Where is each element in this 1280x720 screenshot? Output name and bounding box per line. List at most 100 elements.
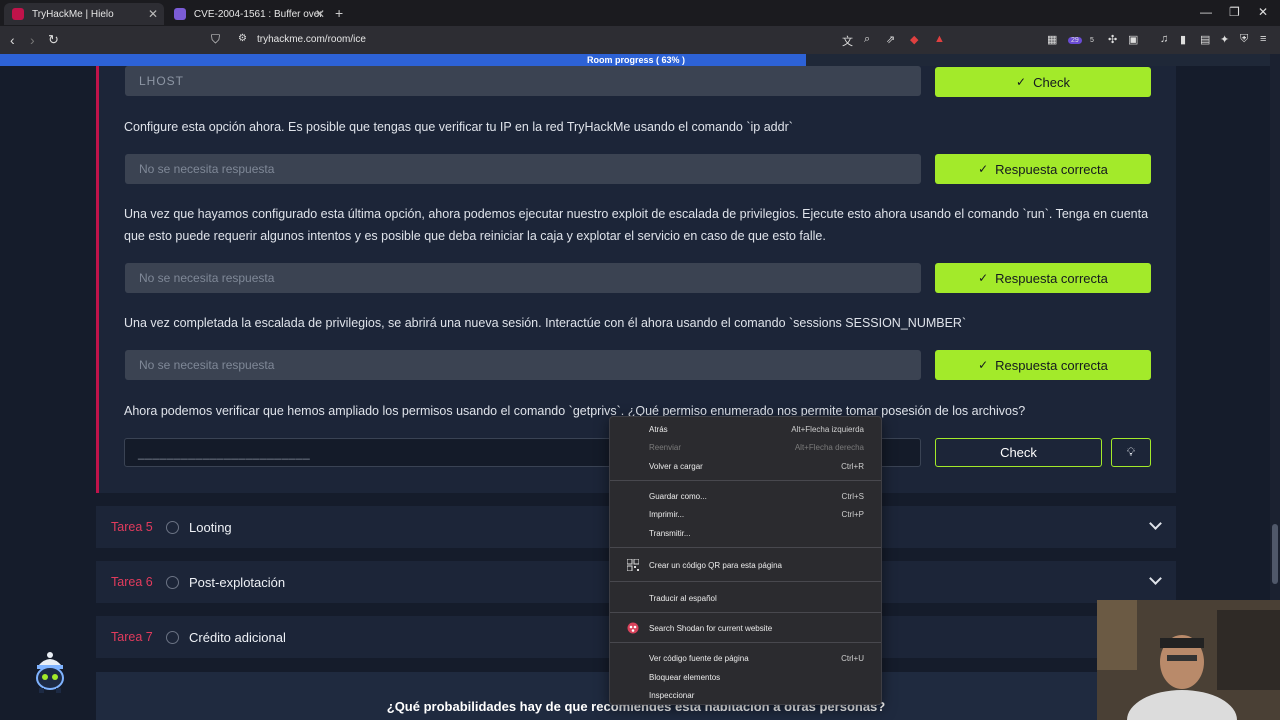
answer-field[interactable]: No se necesita respuesta — [125, 350, 921, 380]
menu-label: Volver a cargar — [649, 461, 703, 471]
hint-button[interactable]: 💡︎ — [1111, 438, 1151, 467]
task-title: Crédito adicional — [189, 629, 286, 645]
menu-shortcut: Ctrl+S — [841, 491, 864, 501]
check-label: Check — [1033, 74, 1070, 90]
tab-tryhackme[interactable]: TryHackMe | Hielo ✕ — [4, 3, 164, 25]
rewards-icon[interactable]: ▲ — [934, 33, 945, 45]
correct-answer-button[interactable]: ✓ Respuesta correcta — [935, 350, 1151, 380]
menu-shortcut: Ctrl+P — [841, 509, 864, 519]
tryhackme-mascot-icon[interactable] — [30, 650, 70, 694]
answer-field[interactable]: No se necesita respuesta — [125, 154, 921, 184]
site-info-icon[interactable]: ⚙ — [238, 33, 247, 44]
check-icon: ✓ — [978, 358, 989, 372]
tryhackme-favicon-icon — [12, 8, 24, 20]
address-bar: ‹ › ↻ ⛉ ⚙ tryhackme.com/room/ice 文 ⌕ ⇗ ◆… — [0, 26, 1280, 54]
streamer-webcam-image — [1097, 600, 1280, 720]
menu-item-print[interactable]: Imprimir... Ctrl+P — [610, 505, 881, 523]
menu-item-shodan[interactable]: Search Shodan for current website — [610, 619, 881, 637]
menu-item-qr-code[interactable]: Crear un código QR para esta página — [610, 556, 881, 574]
shodan-icon — [627, 622, 639, 634]
correct-answer-button[interactable]: ✓ Respuesta correcta — [935, 263, 1151, 293]
answer-placeholder: No se necesita respuesta — [139, 271, 275, 285]
lightbulb-icon: 💡︎ — [1126, 445, 1136, 459]
menu-item-cast[interactable]: Transmitir... — [610, 524, 881, 542]
vpn-icon[interactable]: ⛨ — [1240, 33, 1248, 46]
menu-divider — [610, 612, 881, 613]
wallet-icon[interactable]: ▤ — [1200, 33, 1210, 46]
task-number: Tarea 6 — [111, 575, 153, 589]
screenshot-icon[interactable]: ▣ — [1128, 33, 1138, 46]
question-text: Configure esta opción ahora. Es posible … — [124, 120, 793, 134]
check-button[interactable]: ✓ Check — [935, 67, 1151, 97]
scrollbar-thumb[interactable] — [1272, 524, 1278, 584]
room-progress-bar: Room progress ( 63% ) — [0, 54, 1280, 66]
task-number: Tarea 7 — [111, 630, 153, 644]
close-tab-icon[interactable]: ✕ — [148, 7, 158, 21]
url-field[interactable]: tryhackme.com/room/ice — [257, 34, 366, 45]
menu-item-block-elements[interactable]: Bloquear elementos — [610, 668, 881, 686]
correct-label: Respuesta correcta — [995, 161, 1108, 177]
menu-shortcut: Ctrl+R — [841, 461, 864, 471]
restore-icon[interactable]: ❐ — [1229, 5, 1240, 19]
answer-placeholder: No se necesita respuesta — [139, 358, 275, 372]
menu-item-save-as[interactable]: Guardar como... Ctrl+S — [610, 487, 881, 505]
close-window-icon[interactable]: ✕ — [1258, 5, 1268, 19]
menu-label: Atrás — [649, 424, 668, 434]
tab-cve[interactable]: CVE-2004-1561 : Buffer overflow in I ✕ — [166, 3, 331, 25]
menu-icon[interactable]: ≡ — [1260, 33, 1266, 45]
webcam-overlay — [1097, 600, 1280, 720]
menu-item-inspect[interactable]: Inspeccionar — [610, 686, 881, 704]
share-icon[interactable]: ⇗ — [886, 33, 895, 46]
lhost-field[interactable]: LHOST — [125, 66, 921, 96]
tab-title: TryHackMe | Hielo — [32, 8, 114, 20]
task-title: Post-explotación — [189, 574, 286, 590]
puzzle-icon[interactable]: ✣ — [1108, 33, 1117, 46]
menu-shortcut: Alt+Flecha derecha — [794, 442, 864, 452]
menu-item-reload[interactable]: Volver a cargar Ctrl+R — [610, 457, 881, 475]
bookmark-icon[interactable]: ⛉ — [211, 32, 220, 47]
sidebar-icon[interactable]: ▮ — [1180, 33, 1186, 46]
qr-code-icon — [627, 559, 639, 571]
menu-label: Guardar como... — [649, 491, 707, 501]
extension-badge[interactable]: 29 — [1068, 37, 1082, 44]
tab-title: CVE-2004-1561 : Buffer overflow in I — [193, 8, 323, 20]
extension-badge[interactable]: 5 — [1090, 37, 1094, 44]
ai-icon[interactable]: ✦ — [1220, 33, 1229, 46]
back-icon[interactable]: ‹ — [10, 32, 15, 48]
answer-placeholder: No se necesita respuesta — [139, 162, 275, 176]
question-text: Una vez que hayamos configurado esta últ… — [124, 207, 1149, 243]
menu-item-translate[interactable]: Traducir al español — [610, 589, 881, 607]
chevron-down-icon[interactable] — [1149, 572, 1162, 585]
task-number: Tarea 5 — [111, 520, 153, 534]
browser-tab-bar: TryHackMe | Hielo ✕ CVE-2004-1561 : Buff… — [0, 0, 1280, 26]
check-icon: ✓ — [978, 271, 989, 285]
new-tab-icon[interactable]: + — [335, 5, 343, 21]
menu-item-back[interactable]: Atrás Alt+Flecha izquierda — [610, 420, 881, 438]
translate-icon[interactable]: 文 — [842, 33, 853, 49]
status-circle-icon — [166, 630, 179, 644]
menu-label: Ver código fuente de página — [649, 653, 749, 663]
reload-icon[interactable]: ↻ — [48, 32, 59, 48]
menu-label: Search Shodan for current website — [649, 623, 773, 633]
lhost-text: LHOST — [139, 74, 185, 88]
menu-label: Imprimir... — [649, 509, 685, 519]
answer-field[interactable]: No se necesita respuesta — [125, 263, 921, 293]
forward-icon[interactable]: › — [30, 32, 35, 48]
menu-item-forward[interactable]: Reenviar Alt+Flecha derecha — [610, 438, 881, 456]
menu-label: Crear un código QR para esta página — [649, 560, 782, 570]
minimize-icon[interactable]: — — [1200, 5, 1212, 19]
menu-item-view-source[interactable]: Ver código fuente de página Ctrl+U — [610, 649, 881, 667]
menu-divider — [610, 642, 881, 643]
music-icon[interactable]: ♫ — [1160, 33, 1168, 45]
chevron-down-icon[interactable] — [1149, 517, 1162, 530]
progress-label: Room progress ( 63% ) — [586, 55, 686, 65]
correct-answer-button[interactable]: ✓ Respuesta correcta — [935, 154, 1151, 184]
menu-shortcut: Ctrl+U — [841, 653, 864, 663]
brave-shield-icon[interactable]: ◆ — [910, 33, 918, 46]
close-tab-icon[interactable]: ✕ — [315, 7, 325, 21]
extension-icon[interactable]: ▦ — [1047, 33, 1057, 46]
zoom-icon[interactable]: ⌕ — [864, 33, 870, 46]
status-circle-icon — [166, 575, 179, 589]
question-text: Una vez completada la escalada de privil… — [124, 316, 967, 330]
check-answer-button[interactable]: Check — [935, 438, 1102, 467]
